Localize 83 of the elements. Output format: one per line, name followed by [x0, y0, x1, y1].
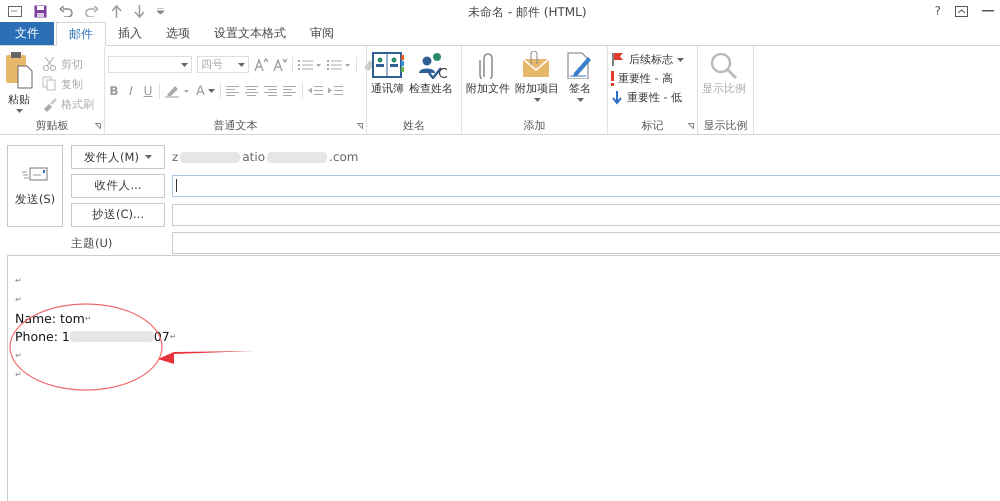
align-left-icon	[226, 84, 240, 98]
group-label: 显示比例	[704, 118, 748, 133]
group-label: 剪贴板	[36, 118, 68, 133]
redo-icon	[85, 6, 99, 16]
copy-icon	[42, 76, 57, 92]
scissors-icon	[42, 56, 57, 72]
from-button[interactable]: 发件人(M)	[71, 145, 165, 169]
increase-indent-icon	[328, 84, 343, 98]
send-button[interactable]: 发送(S)	[7, 145, 63, 227]
down-arrow-icon	[611, 90, 623, 105]
ribbon-button[interactable]: 附加文件	[465, 50, 511, 103]
ribbon-button[interactable]: 重要性 - 低	[611, 90, 684, 105]
ribbon-button[interactable]: 附加项目	[514, 50, 560, 103]
dialog-launcher-icon	[95, 123, 101, 129]
ribbon-button[interactable]: 通讯簿	[370, 50, 405, 97]
caret-icon	[238, 62, 245, 66]
file-tab[interactable]: 文件	[0, 22, 54, 45]
mail-icon	[8, 6, 22, 16]
magnifier-icon	[708, 51, 740, 79]
button-label: 附加文件	[466, 81, 510, 96]
ribbon-tab[interactable]: 设置文本格式	[202, 22, 298, 45]
group-label: 姓名	[403, 118, 425, 133]
highlight-icon	[165, 84, 191, 98]
subject-field[interactable]	[172, 232, 1000, 254]
cc-button[interactable]: 抄送(C)...	[71, 202, 165, 226]
send-mail-icon	[22, 166, 48, 182]
button-label: 签名	[569, 81, 591, 96]
clipboard-icon	[4, 50, 34, 90]
ribbon-tab[interactable]: 邮件	[56, 22, 106, 46]
subject-label: 主题(U)	[71, 234, 114, 252]
ribbon-button[interactable]: 后续标志	[611, 52, 684, 67]
caret-icon	[534, 98, 540, 102]
ribbon-tab[interactable]: 选项	[154, 22, 202, 45]
caret-icon	[677, 58, 684, 62]
numbering-icon	[327, 58, 351, 72]
caret-icon	[208, 89, 215, 93]
exclamation-icon	[611, 71, 614, 86]
button-label: 附加项目	[515, 81, 559, 96]
window-title: 未命名 - 邮件 (HTML)	[468, 4, 587, 21]
address-book-icon	[372, 51, 404, 79]
flag-icon	[611, 52, 625, 67]
ribbon-tab[interactable]: 审阅	[298, 22, 346, 45]
save-icon	[34, 4, 47, 18]
ribbon-tab[interactable]: 插入	[106, 22, 154, 45]
ribbon-button[interactable]: 检查姓名	[408, 50, 454, 97]
ribbon-display-icon	[955, 6, 968, 16]
group-label: 标记	[642, 118, 664, 133]
button-label: 检查姓名	[409, 81, 453, 96]
down-arrow-icon	[134, 4, 145, 18]
button-label: 通讯簿	[371, 81, 404, 96]
customize-icon	[157, 8, 164, 14]
align-center-icon	[244, 84, 259, 98]
group-label: 添加	[524, 118, 546, 133]
to-field[interactable]	[172, 174, 1000, 197]
sender-address: z atio .com	[172, 149, 360, 166]
paragraph-mark: ↵	[15, 294, 22, 306]
to-button[interactable]: 收件人...	[71, 174, 165, 198]
paragraph-mark: ↵	[15, 369, 22, 381]
grow-font-icon	[254, 58, 268, 72]
font-name-field[interactable]	[108, 56, 192, 73]
brush-icon	[42, 96, 57, 112]
paragraph-mark: ↵	[15, 350, 22, 362]
dialog-launcher-icon	[688, 123, 694, 129]
ribbon-button[interactable]: 重要性 - 高	[611, 71, 684, 86]
help-button[interactable]: ?	[934, 4, 941, 18]
dialog-launcher-icon	[357, 123, 363, 129]
shrink-font-icon	[273, 58, 287, 72]
paragraph-mark: ↵	[15, 275, 22, 287]
caret-icon	[181, 62, 188, 66]
caret-icon	[576, 98, 584, 102]
bullets-icon	[298, 58, 322, 72]
paste-button[interactable]: 粘贴	[3, 50, 35, 114]
undo-icon	[59, 6, 73, 16]
minimize-icon	[982, 10, 994, 12]
justify-icon	[282, 84, 297, 98]
caret-icon	[16, 109, 22, 113]
group-label: 普通文本	[214, 118, 258, 133]
decrease-indent-icon	[308, 84, 323, 98]
up-arrow-icon	[111, 4, 122, 18]
caret-icon	[144, 155, 152, 159]
ribbon-button[interactable]: 签名	[563, 50, 597, 103]
cc-field[interactable]	[172, 204, 1000, 226]
align-right-icon	[264, 84, 278, 98]
